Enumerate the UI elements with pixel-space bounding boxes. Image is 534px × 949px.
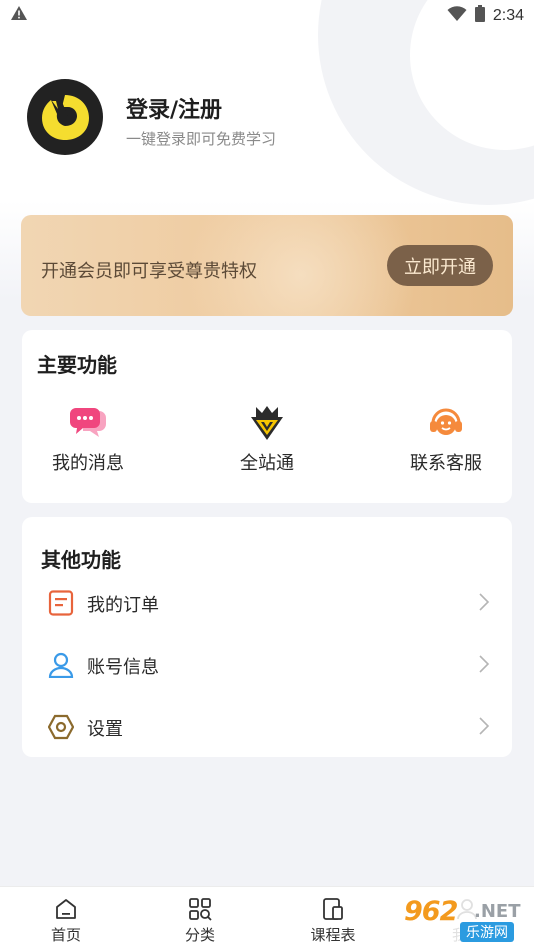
vip-text: 开通会员即可享受尊贵特权 [41,261,257,282]
warning-icon [10,5,28,25]
avatar[interactable] [27,79,103,155]
schedule-icon [298,897,368,921]
app-logo-icon [42,95,89,140]
nav-category[interactable]: 分类 [165,897,235,945]
nav-schedule-label: 课程表 [310,926,356,944]
chevron-right-icon [478,592,490,616]
my-messages-item[interactable]: 我的消息 [23,405,153,475]
status-bar: 2:34 [0,0,534,30]
headset-icon [381,405,511,441]
crown-v-icon [202,405,332,441]
all-access-item[interactable]: 全站通 [202,405,332,475]
settings-label: 设置 [87,719,123,740]
settings-row[interactable]: 设置 [22,702,512,752]
battery-icon [474,5,485,26]
nav-home[interactable]: 首页 [31,897,101,945]
other-functions-card: 其他功能 我的订单 账号信息 设置 [22,517,512,757]
wifi-icon [447,5,467,26]
chevron-right-icon [478,654,490,678]
status-time: 2:34 [492,6,524,24]
watermark-text: 乐游网 [460,922,514,942]
my-orders-label: 我的订单 [87,595,159,616]
message-bubble-icon [23,405,153,441]
contact-service-item[interactable]: 联系客服 [381,405,511,475]
login-subtitle: 一键登录即可免费学习 [126,130,277,148]
contact-service-label: 联系客服 [410,453,482,474]
user-icon [48,652,74,679]
open-vip-button[interactable]: 立即开通 [387,245,493,286]
main-functions-card: 主要功能 我的消息 全站通 联系客服 [22,330,512,503]
grid-search-icon [165,897,235,921]
account-info-row[interactable]: 账号信息 [22,640,512,690]
account-info-label: 账号信息 [87,657,159,678]
watermark-net: .NET [474,901,521,922]
nav-category-label: 分类 [184,926,215,944]
nav-home-label: 首页 [50,926,81,944]
watermark-number: 962 [404,896,458,927]
main-functions-title: 主要功能 [37,353,117,377]
chevron-right-icon [478,716,490,740]
other-functions-title: 其他功能 [41,548,121,572]
all-access-label: 全站通 [240,453,294,474]
my-orders-row[interactable]: 我的订单 [22,578,512,628]
login-register-link[interactable]: 登录/注册 [126,92,222,124]
vip-banner[interactable]: 开通会员即可享受尊贵特权 立即开通 [21,215,513,316]
home-icon [31,897,101,921]
nav-schedule[interactable]: 课程表 [298,897,368,945]
my-messages-label: 我的消息 [52,453,124,474]
hexagon-nut-icon [47,714,75,740]
watermark: 962 .NET 乐游网 [396,893,530,945]
order-list-icon [48,590,74,616]
